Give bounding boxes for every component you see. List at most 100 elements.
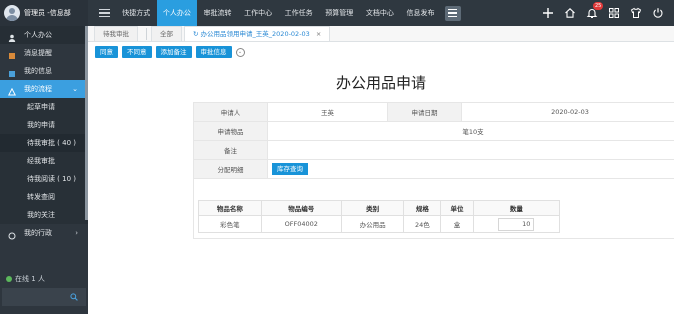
apps-grid-icon[interactable]	[608, 7, 620, 19]
applicant-label: 申请人	[193, 102, 268, 122]
nav-item-budget[interactable]: 预算管理	[319, 0, 360, 26]
online-dot-icon	[6, 276, 12, 282]
add-note-button[interactable]: 添加备注	[155, 46, 192, 58]
chevron-down-icon: ⌄	[72, 85, 78, 93]
sidebar-item-label: 待我审批	[27, 139, 55, 147]
shirt-icon[interactable]	[630, 7, 642, 19]
agree-button[interactable]: 同意	[95, 46, 118, 58]
tab-label: 全部	[160, 30, 173, 38]
sidebar-item-pending-read[interactable]: 待我阅读 ( 10 )	[0, 170, 88, 188]
audit-info-button[interactable]: 审批信息	[195, 46, 232, 58]
nav-item-personal-office[interactable]: 个人办公	[156, 0, 198, 26]
disagree-button[interactable]: 不同意	[122, 46, 152, 58]
table-row: 彩色笔 OFF04002 办公用品 24色 盒 10	[198, 215, 561, 233]
online-status: 在线 1 人	[6, 274, 45, 284]
col-header-unit: 单位	[440, 200, 474, 216]
sidebar-item-personal-office[interactable]: 个人办公	[0, 26, 88, 44]
sidebar-item-label: 个人办公	[24, 31, 52, 39]
more-menu-button[interactable]	[444, 5, 461, 21]
sidebar-item-label: 转发查阅	[27, 193, 55, 201]
sidebar-search-input[interactable]	[2, 288, 86, 306]
tab-all[interactable]: 全部	[151, 26, 182, 41]
sidebar-item-label: 起草申请	[27, 103, 55, 111]
cell-item-code: OFF04002	[260, 215, 342, 233]
cell-item-quantity-wrap: 10	[472, 215, 561, 233]
flow-icon	[7, 85, 17, 96]
page-title: 办公用品申请	[335, 74, 426, 92]
sidebar-item-approved-by-me[interactable]: 经我审批	[0, 152, 88, 170]
sidebar-item-label: 消息提醒	[24, 49, 52, 57]
sidebar-item-draft-request[interactable]: 起草申请	[0, 98, 88, 116]
sidebar-item-my-info[interactable]: 我的信息	[0, 62, 88, 80]
notification-badge: 25	[593, 2, 604, 10]
top-icons: 25	[542, 0, 664, 26]
close-icon[interactable]: ×	[316, 30, 321, 38]
tab-pending-approval[interactable]: 待我审批	[94, 26, 138, 41]
quantity-input[interactable]: 10	[498, 217, 535, 231]
nav-item-work-tasks[interactable]: 工作任务	[278, 0, 319, 26]
form-panel: 办公用品申请 申请人 王英 申请日期 2020-02-03 申请物品 笔10支 …	[88, 62, 674, 314]
note-value	[267, 140, 674, 160]
sidebar-item-label: 我的信息	[24, 67, 52, 75]
online-text: 在线 1 人	[15, 275, 45, 283]
cell-item-category: 办公用品	[340, 215, 405, 233]
applicant-value: 王英	[267, 102, 388, 122]
expand-circle-icon[interactable]: ⌄	[235, 47, 245, 57]
person-icon	[8, 31, 16, 42]
nav-item-shortcuts[interactable]: 快捷方式	[116, 0, 157, 26]
col-header-category: 类别	[340, 200, 405, 216]
power-icon[interactable]	[652, 7, 664, 19]
col-header-code: 物品编号	[260, 200, 342, 216]
avatar	[4, 5, 20, 21]
user-profile[interactable]: 管理员 -信息部	[0, 0, 88, 26]
sidebar-item-label: 我的关注	[27, 211, 55, 219]
col-header-quantity: 数量	[472, 200, 561, 216]
info-icon	[8, 67, 16, 77]
sidebar-item-label: 我的流程	[24, 85, 52, 93]
note-label: 备注	[193, 140, 268, 160]
sidebar-item-label: 我的行政	[24, 229, 52, 237]
sidebar-item-messages[interactable]: 消息提醒	[0, 44, 88, 62]
bell-icon[interactable]: 25	[586, 2, 604, 19]
cell-item-spec: 24色	[403, 215, 442, 233]
sidebar-item-my-requests[interactable]: 我的申请	[0, 116, 88, 134]
home-icon[interactable]	[564, 7, 576, 19]
tab-bar: 待我审批 全部 ↻ 办公用品领用申请_王英_2020-02-03 ×	[88, 26, 674, 42]
sidebar-item-label: 我的申请	[27, 121, 55, 129]
cell-item-unit: 盒	[440, 215, 474, 233]
tab-office-supplies-request[interactable]: ↻ 办公用品领用申请_王英_2020-02-03 ×	[184, 26, 331, 41]
sidebar-item-my-flow[interactable]: 我的流程 ⌄	[0, 80, 88, 98]
sidebar-item-following[interactable]: 我的关注	[0, 206, 88, 224]
allocation-cell: 库存查询	[267, 159, 674, 179]
refresh-icon[interactable]: ↻	[193, 30, 198, 38]
stock-query-button[interactable]: 库存查询	[272, 163, 308, 175]
admin-icon	[8, 229, 16, 240]
sidebar: 个人办公 消息提醒 我的信息 我的流程 ⌄ 起草申请 我的申请 待我审批 ( 4…	[0, 26, 88, 314]
nav-item-documents[interactable]: 文档中心	[360, 0, 401, 26]
menu-toggle-button[interactable]	[94, 0, 114, 26]
col-header-name: 物品名称	[198, 200, 262, 216]
item-label: 申请物品	[193, 121, 268, 141]
item-value: 笔10支	[267, 121, 674, 141]
allocation-label: 分配明细	[193, 159, 268, 179]
cell-item-name: 彩色笔	[198, 215, 262, 233]
nav-item-info-publish[interactable]: 信息发布	[400, 0, 441, 26]
plus-icon[interactable]	[542, 7, 554, 19]
sidebar-item-pending-approval[interactable]: 待我审批 ( 40 )	[0, 134, 88, 152]
date-label: 申请日期	[387, 102, 462, 122]
bell-icon	[8, 49, 16, 59]
sidebar-item-forwarded[interactable]: 转发查阅	[0, 188, 88, 206]
search-icon[interactable]	[70, 293, 78, 301]
top-navigation: 快捷方式 个人办公 审批流转 工作中心 工作任务 预算管理 文档中心 信息发布	[116, 0, 441, 26]
top-bar: 管理员 -信息部 快捷方式 个人办公 审批流转 工作中心 工作任务 预算管理 文…	[0, 0, 674, 26]
nav-item-approval-flow[interactable]: 审批流转	[197, 0, 238, 26]
date-value: 2020-02-03	[461, 102, 674, 122]
action-toolbar: 同意 不同意 添加备注 审批信息 ⌄	[88, 42, 674, 62]
col-header-spec: 规格	[403, 200, 442, 216]
items-table: 物品名称 物品编号 类别 规格 单位 数量 彩色笔 OFF04002 办公用品 …	[198, 200, 561, 233]
nav-item-work-center[interactable]: 工作中心	[238, 0, 279, 26]
tab-divider	[146, 28, 147, 40]
read-count: ( 10 )	[57, 175, 76, 183]
sidebar-item-label: 待我阅读	[27, 175, 55, 183]
sidebar-item-my-admin[interactable]: 我的行政 ›	[0, 224, 88, 242]
